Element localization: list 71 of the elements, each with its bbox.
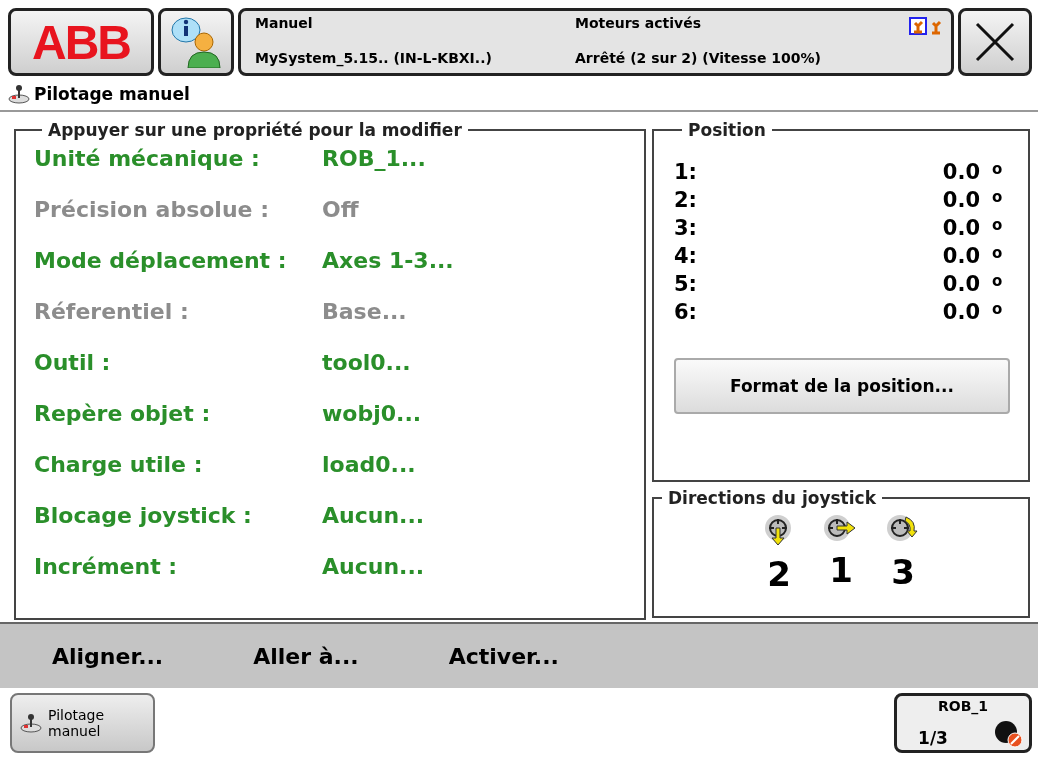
property-value: Aucun... <box>322 554 426 579</box>
axis-value: 0.0 <box>942 300 980 326</box>
property-value: Aucun... <box>322 503 426 528</box>
joystick-down-arrow-icon <box>764 513 794 548</box>
info-button[interactable] <box>158 8 234 76</box>
property-label: Outil : <box>34 350 112 375</box>
motor-status: Moteurs activés <box>575 15 701 33</box>
status-panel[interactable]: Manuel Moteurs activés MySystem_5.15.. (IN-L-KBXI..) Arrêté (2 sur 2) (Vitesse 100%) <box>238 8 954 76</box>
degree-unit: o <box>991 244 1004 262</box>
property-label: Blocage joystick : <box>34 503 253 528</box>
view-title: Pilotage manuel <box>34 84 190 104</box>
axis-label: 3: <box>674 216 698 242</box>
property-label: Charge utile : <box>34 452 204 477</box>
property-value: tool0... <box>322 350 412 375</box>
mechanical-unit-button[interactable]: ROB_1 1/3 <box>894 693 1032 753</box>
axis-label: 6: <box>674 300 698 326</box>
axis-value: 0.0 <box>942 272 980 298</box>
property-row[interactable]: Outil : tool0... <box>34 350 644 401</box>
degree-unit: o <box>991 160 1004 178</box>
property-label: Précision absolue : <box>34 197 270 222</box>
close-button[interactable] <box>958 8 1032 76</box>
axis-value: 0.0 <box>942 188 980 214</box>
axis-label: 1: <box>674 160 698 186</box>
property-row[interactable]: Charge utile : load0... <box>34 452 644 503</box>
axis-number: 3 <box>891 551 915 592</box>
command-button[interactable]: Aller à... <box>253 643 359 669</box>
command-button[interactable]: Activer... <box>448 643 559 669</box>
property-value: ROB_1... <box>322 146 427 171</box>
axis-value: 0.0 <box>942 244 980 270</box>
property-label: Repère objet : <box>34 401 212 426</box>
close-icon <box>973 20 1017 64</box>
property-row[interactable]: Repère objet : wobj0... <box>34 401 644 452</box>
property-value: Axes 1-3... <box>322 248 455 273</box>
property-value: Off <box>322 197 360 222</box>
task-button[interactable]: Pilotage manuel <box>10 693 155 753</box>
degree-unit: o <box>991 216 1004 234</box>
property-value: wobj0... <box>322 401 423 426</box>
property-label: Unité mécanique : <box>34 146 261 171</box>
axis-value: 0.0 <box>942 160 980 186</box>
panel-legend: Directions du joystick <box>662 487 882 508</box>
program-state: Arrêté (2 sur 2) (Vitesse 100%) <box>575 50 821 68</box>
panel-legend: Position <box>682 120 772 140</box>
axis-number: 2 <box>767 553 791 594</box>
degree-unit: o <box>991 272 1004 290</box>
axis-label: 4: <box>674 244 698 270</box>
property-label: Incrément : <box>34 554 179 579</box>
axis-value: 0.0 <box>942 216 980 242</box>
system-name: MySystem_5.15.. (IN-L-KBXI..) <box>255 50 492 69</box>
operating-mode: Manuel <box>255 15 313 33</box>
user-info-icon <box>170 16 222 68</box>
abb-logo-button[interactable]: ABB <box>8 8 154 76</box>
property-row[interactable]: Incrément : Aucun... <box>34 554 644 605</box>
axis-number: 1 <box>829 549 853 590</box>
axis-label: 5: <box>674 272 698 298</box>
disabled-motor-icon <box>993 718 1023 748</box>
property-label: Réferentiel : <box>34 299 190 324</box>
property-row[interactable]: Unité mécanique : ROB_1... <box>34 146 644 197</box>
axis-label: 2: <box>674 188 698 214</box>
joystick-icon <box>20 713 42 733</box>
position-format-button[interactable]: Format de la position... <box>674 358 1010 414</box>
property-row[interactable]: Blocage joystick : Aucun... <box>34 503 644 554</box>
joystick-icon <box>8 84 30 104</box>
degree-unit: o <box>991 300 1004 318</box>
degree-unit: o <box>991 188 1004 206</box>
robot-selected-icon <box>909 17 927 35</box>
command-button[interactable]: Aligner... <box>52 643 164 669</box>
property-value: load0... <box>322 452 417 477</box>
property-row[interactable]: Mode déplacement : Axes 1-3... <box>34 248 644 299</box>
property-label: Mode déplacement : <box>34 248 288 273</box>
property-value: Base... <box>322 299 408 324</box>
panel-legend: Appuyer sur une propriété pour la modifier <box>42 120 468 140</box>
